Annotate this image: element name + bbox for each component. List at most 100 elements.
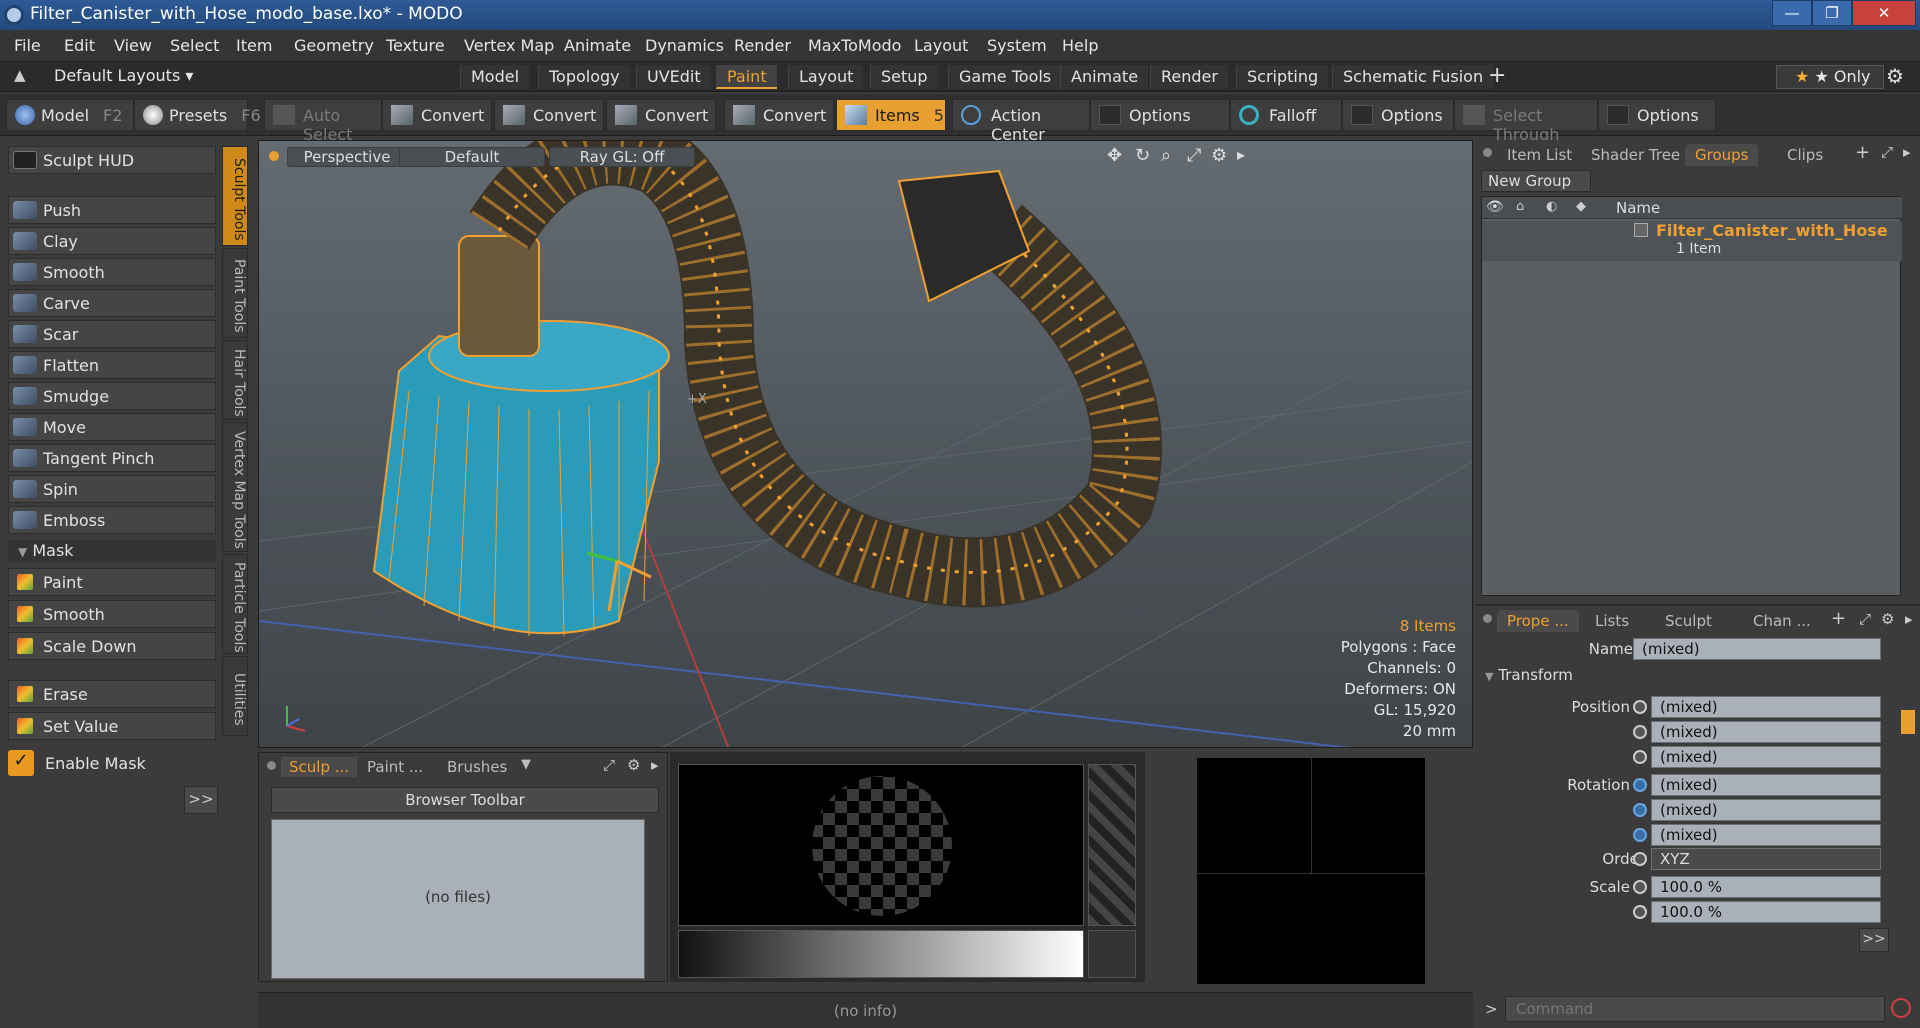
select-through-button[interactable]: Select Through	[1454, 99, 1598, 144]
tool-push[interactable]: Push	[8, 196, 216, 224]
props-gear-icon[interactable]: ⚙	[1881, 610, 1894, 628]
tab-item-list[interactable]: Item List	[1497, 144, 1582, 166]
transform-section[interactable]: ▼ Transform	[1485, 666, 1895, 686]
fit-icon[interactable]: ⤢	[1187, 145, 1201, 166]
tab-properties[interactable]: Prope ...	[1497, 610, 1579, 632]
add-tab-button[interactable]: +	[1488, 63, 1506, 88]
tabs-dropdown-icon[interactable]: ▼	[521, 757, 531, 772]
tool-move[interactable]: Move	[8, 413, 216, 441]
mask-smooth[interactable]: Smooth	[8, 600, 216, 628]
tab-game-tools[interactable]: Game Tools	[948, 65, 1062, 89]
tab-paint-presets[interactable]: Paint ...	[359, 757, 431, 777]
tab-sculpt-presets[interactable]: Sculp ...	[281, 757, 358, 777]
tab-shader-tree[interactable]: Shader Tree	[1581, 144, 1690, 166]
expand-button[interactable]: >>	[184, 786, 218, 814]
channel-dot-icon[interactable]	[1633, 778, 1647, 792]
pan-icon[interactable]: ✥	[1107, 145, 1122, 166]
props-expand-icon[interactable]: ⤢	[1859, 610, 1871, 628]
tab-topology[interactable]: Topology	[538, 65, 630, 89]
convert-button-3[interactable]: Convert	[606, 99, 716, 131]
tab-brushes[interactable]: Brushes	[439, 757, 515, 777]
tab-animate[interactable]: Animate	[1060, 65, 1149, 89]
menu-vertex-map[interactable]: Vertex Map	[464, 36, 554, 55]
tool-tangent-pinch[interactable]: Tangent Pinch	[8, 444, 216, 472]
viewport-arrow-icon[interactable]: ▸	[1237, 145, 1245, 164]
browser-toolbar-button[interactable]: Browser Toolbar	[271, 787, 659, 813]
only-button[interactable]: ★ ★ Only	[1776, 65, 1884, 89]
enable-mask-checkbox[interactable]: ✓	[8, 750, 34, 776]
tab-model[interactable]: Model	[460, 65, 530, 89]
tool-smooth[interactable]: Smooth	[8, 258, 216, 286]
tab-sculpt[interactable]: Sculpt	[1655, 610, 1722, 632]
tab-channels[interactable]: Chan ...	[1743, 610, 1821, 632]
command-input[interactable]	[1505, 996, 1885, 1022]
mask-section-header[interactable]: ▼ Mask	[8, 540, 216, 562]
menu-maxtomodo[interactable]: MaxToModo	[808, 36, 901, 55]
convert-button-2[interactable]: Convert	[494, 99, 604, 131]
rotation-x-field[interactable]: (mixed)	[1651, 774, 1881, 796]
convert-button-4[interactable]: Convert	[724, 99, 834, 131]
menu-texture[interactable]: Texture	[386, 36, 445, 55]
zoom-icon[interactable]: ⌕	[1161, 145, 1171, 166]
props-add-icon[interactable]: +	[1831, 608, 1846, 629]
lock-icon[interactable]: ⌂	[1516, 199, 1524, 214]
tool-clay[interactable]: Clay	[8, 227, 216, 255]
gear-icon[interactable]: ⚙	[1886, 64, 1904, 88]
tab-setup[interactable]: Setup	[870, 65, 938, 89]
tab-clips[interactable]: Clips	[1777, 144, 1833, 166]
convert-button-1[interactable]: Convert	[382, 99, 492, 131]
position-x-field[interactable]: (mixed)	[1651, 696, 1881, 718]
select-icon[interactable]: ◆	[1576, 199, 1586, 214]
render-icon[interactable]: ◐	[1546, 199, 1557, 214]
scene-arrow-icon[interactable]: ▸	[1903, 143, 1911, 161]
browser-arrow-icon[interactable]: ▸	[651, 756, 659, 774]
name-column-header[interactable]: Name	[1616, 199, 1660, 217]
rotation-y-field[interactable]: (mixed)	[1651, 799, 1881, 821]
scene-menu-icon[interactable]	[1483, 148, 1492, 157]
auto-select-button[interactable]: Auto Select	[264, 99, 382, 144]
menu-geometry[interactable]: Geometry	[294, 36, 374, 55]
default-layouts-dropdown[interactable]: Default Layouts ▾	[54, 66, 193, 85]
tab-scripting[interactable]: Scripting	[1236, 65, 1329, 89]
name-field[interactable]: (mixed)	[1633, 638, 1881, 660]
options-button-1[interactable]: Options	[1090, 99, 1230, 131]
mask-scale-down[interactable]: Scale Down	[8, 632, 216, 660]
channel-dot-icon[interactable]	[1633, 905, 1647, 919]
browser-expand-icon[interactable]: ⤢	[603, 756, 615, 774]
browser-gear-icon[interactable]: ⚙	[627, 756, 640, 774]
menu-render[interactable]: Render	[734, 36, 791, 55]
tab-particle-tools[interactable]: Particle Tools	[222, 554, 248, 654]
raygl-dropdown[interactable]: Ray GL: Off	[549, 147, 695, 167]
channel-dot-icon[interactable]	[1633, 803, 1647, 817]
command-record-icon[interactable]	[1891, 998, 1911, 1018]
tab-vertex-map-tools[interactable]: Vertex Map Tools	[222, 422, 248, 552]
viewport-gear-icon[interactable]: ⚙	[1211, 145, 1227, 166]
channel-dot-icon[interactable]	[1633, 880, 1647, 894]
tab-sculpt-tools[interactable]: Sculpt Tools	[222, 146, 248, 246]
groups-list[interactable]: 👁 ⌂ ◐ ◆ Name Filter_Canister_with_Hose 1…	[1481, 196, 1902, 596]
new-group-button[interactable]: New Group	[1481, 170, 1591, 192]
tool-scar[interactable]: Scar	[8, 320, 216, 348]
add-panel-icon[interactable]: +	[1855, 142, 1870, 163]
viewport-menu-icon[interactable]	[269, 151, 279, 161]
scale-x-field[interactable]: 100.0 %	[1651, 876, 1881, 898]
props-menu-icon[interactable]	[1483, 614, 1492, 623]
tab-groups[interactable]: Groups	[1685, 144, 1759, 166]
minimize-button[interactable]: —	[1772, 0, 1812, 26]
mask-paint[interactable]: Paint	[8, 568, 216, 596]
menu-view[interactable]: View	[114, 36, 152, 55]
tab-render[interactable]: Render	[1150, 65, 1228, 89]
props-side-tab[interactable]	[1901, 710, 1915, 734]
channel-dot-icon[interactable]	[1633, 852, 1647, 866]
tab-layout[interactable]: Layout	[788, 65, 864, 89]
menu-item[interactable]: Item	[236, 36, 272, 55]
scale-y-field[interactable]: 100.0 %	[1651, 901, 1881, 923]
perspective-dropdown[interactable]: Perspective	[287, 147, 407, 167]
shading-dropdown[interactable]: Default	[399, 147, 545, 167]
menu-select[interactable]: Select	[170, 36, 219, 55]
scene-expand-icon[interactable]: ⤢	[1881, 143, 1893, 161]
channel-dot-icon[interactable]	[1633, 725, 1647, 739]
menu-dynamics[interactable]: Dynamics	[645, 36, 724, 55]
options-button-3[interactable]: Options	[1598, 99, 1716, 131]
tool-smudge[interactable]: Smudge	[8, 382, 216, 410]
